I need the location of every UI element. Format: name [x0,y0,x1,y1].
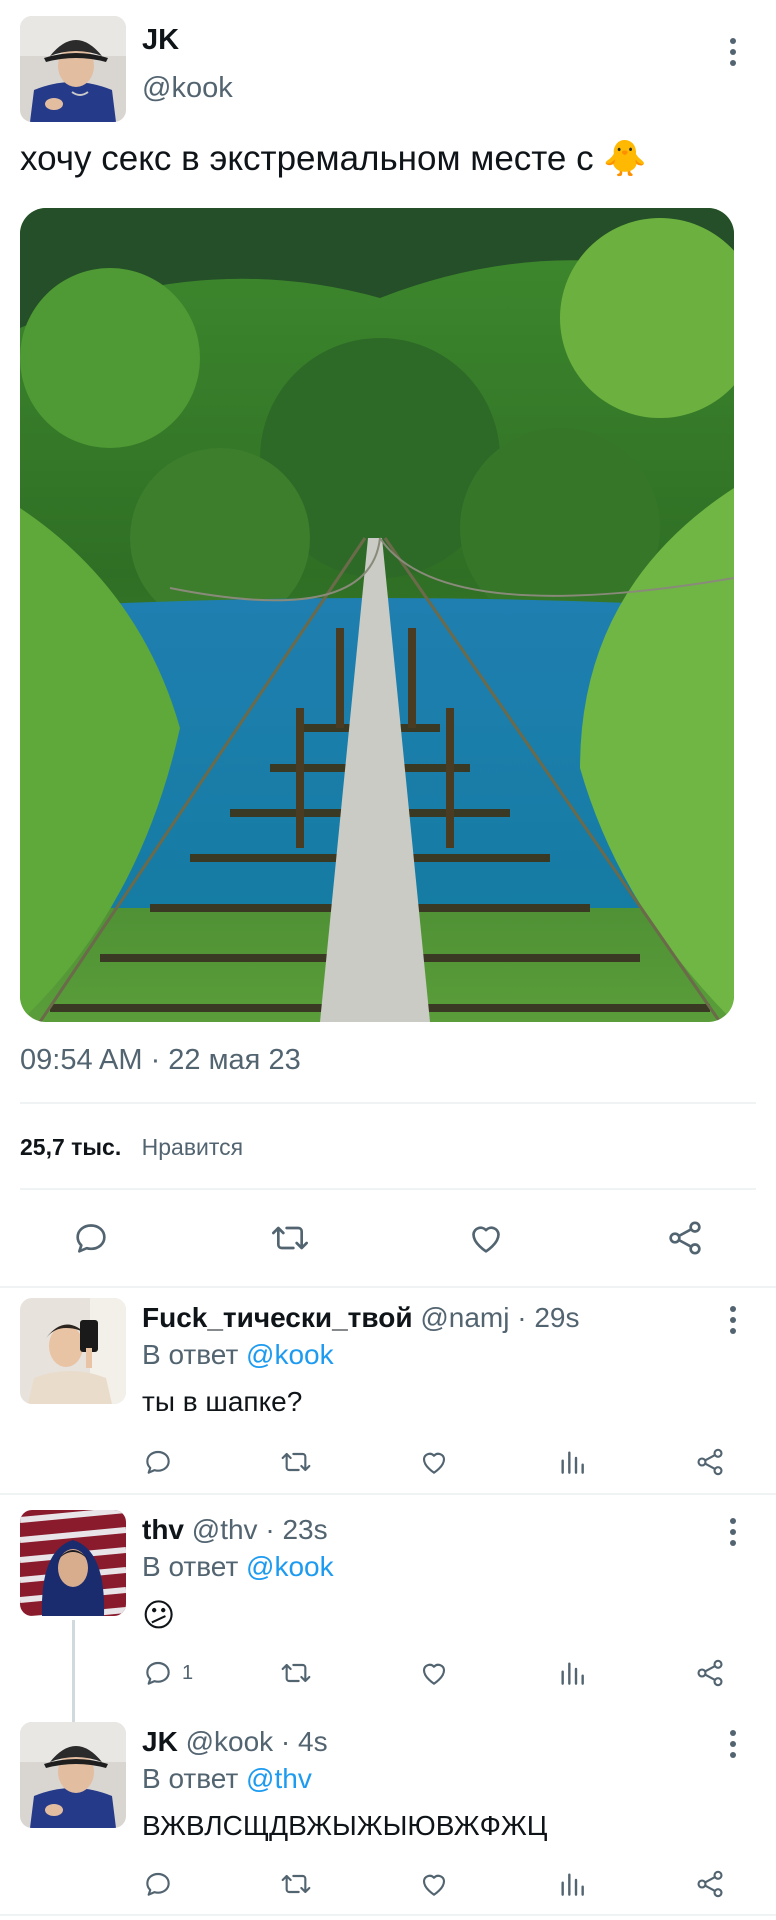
heart-icon [422,1663,446,1685]
reply-button[interactable] [142,1446,174,1478]
retweet-button[interactable] [278,1446,314,1478]
retweet-icon [281,1452,311,1472]
reply-to-link[interactable]: @thv [246,1763,312,1794]
share-icon [669,1221,701,1255]
retweet-button[interactable] [268,1218,312,1258]
bar-chart-icon [561,1873,584,1896]
reply-prefix: В ответ [142,1551,239,1582]
retweet-button[interactable] [278,1868,314,1900]
like-button[interactable] [418,1657,450,1689]
retweet-icon [281,1663,311,1683]
section-divider [0,1914,776,1916]
reply-text: ВЖВЛСЩДВЖЫЖЫЮВЖФЖЦ [142,1810,548,1841]
author-meta[interactable]: @kook · 4s [186,1726,328,1757]
reply-header: JK @kook · 4s [142,1726,328,1758]
reply-count: 1 [182,1661,194,1684]
reply-icon [146,1872,170,1896]
reply-icon [76,1224,106,1253]
reply-text: ты в шапке? [142,1386,303,1417]
author-name[interactable]: thv [142,1514,184,1545]
divider [20,1188,756,1190]
section-divider [0,1286,776,1288]
likes-stat[interactable]: 25,7 тыс. Нравится [20,1134,243,1161]
views-button[interactable] [556,1868,588,1900]
reply-button[interactable] [142,1868,174,1900]
like-button[interactable] [418,1446,450,1478]
retweet-button[interactable] [278,1657,314,1689]
like-button[interactable] [466,1218,506,1258]
reply-button[interactable]: 1 [142,1657,193,1689]
section-divider [0,1493,776,1495]
author-name[interactable]: JK [142,1726,178,1757]
reply-header: Fuck_тически_твой @namj · 29s [142,1302,579,1334]
tweet-timestamp[interactable]: 09:54 AM · 22 мая 23 [20,1044,301,1077]
retweet-icon [281,1874,311,1894]
reply-prefix: В ответ [142,1763,239,1794]
reply-button[interactable] [71,1218,111,1258]
reply-context: В ответ @kook [142,1339,334,1371]
reply-icon [146,1661,170,1685]
tweet-image[interactable] [20,208,734,1022]
avatar[interactable] [20,1722,126,1828]
likes-count: 25,7 тыс. [20,1134,122,1160]
views-button[interactable] [556,1446,588,1478]
reply-to-link[interactable]: @kook [246,1339,334,1370]
author-meta[interactable]: @thv · 23s [192,1514,328,1545]
avatar[interactable] [20,1298,126,1404]
share-button[interactable] [694,1868,726,1900]
bar-chart-icon [561,1451,584,1474]
avatar[interactable] [20,16,126,122]
more-options-icon[interactable] [729,1518,737,1546]
reply-context: В ответ @thv [142,1763,312,1795]
reply-text: 😕 [142,1597,176,1633]
author-name[interactable]: JK [142,24,179,57]
share-icon [697,1659,723,1687]
divider [20,1102,756,1104]
views-button[interactable] [556,1657,588,1689]
more-options-icon[interactable] [729,1306,737,1334]
retweet-icon [272,1226,308,1250]
author-meta[interactable]: @namj · 29s [420,1302,579,1333]
share-icon [697,1448,723,1476]
share-button[interactable] [694,1657,726,1689]
more-options-icon[interactable] [729,1730,737,1758]
reply-context: В ответ @kook [142,1551,334,1583]
heart-icon [422,1874,446,1896]
reply-header: thv @thv · 23s [142,1514,328,1546]
more-options-icon[interactable] [729,38,737,66]
author-name[interactable]: Fuck_тически_твой [142,1302,413,1333]
share-icon [697,1870,723,1898]
tweet-text: хочу секс в экстремальном месте с 🐥 [20,139,647,178]
heart-icon [472,1226,500,1253]
reply-icon [146,1450,170,1474]
thread-line [72,1620,75,1722]
author-handle[interactable]: @kook [142,72,233,105]
share-button[interactable] [665,1218,705,1258]
heart-icon [422,1452,446,1474]
avatar[interactable] [20,1510,126,1616]
reply-to-link[interactable]: @kook [246,1551,334,1582]
like-button[interactable] [418,1868,450,1900]
bar-chart-icon [561,1662,584,1685]
share-button[interactable] [694,1446,726,1478]
reply-prefix: В ответ [142,1339,239,1370]
likes-label: Нравится [141,1134,244,1160]
